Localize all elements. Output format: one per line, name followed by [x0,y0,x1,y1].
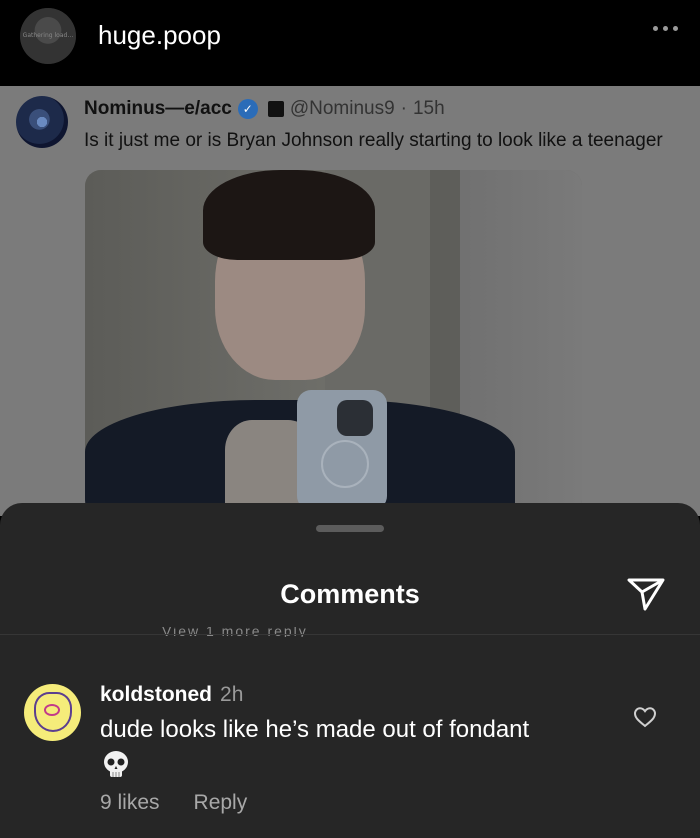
tweet-photo [85,170,582,516]
tweet-time: 15h [412,98,445,119]
more-horizontal-icon[interactable] [653,26,678,31]
heart-outline-icon[interactable] [633,706,657,728]
phone-in-photo [297,390,387,510]
tweet-handle: @Nominus9 [289,98,395,119]
avatar-loading-text: Gathering load… [22,32,74,39]
comment-username[interactable]: koldstoned [100,683,212,707]
sheet-drag-handle[interactable] [316,525,384,532]
tweet-card: Nominus—e/acc ✓ @Nominus9 · 15h Is it ju… [0,86,700,516]
tweet-header: Nominus—e/acc ✓ @Nominus9 · 15h [84,98,445,120]
view-more-replies-cutoff[interactable]: View 1 more reply [162,627,352,637]
comment-time: 2h [220,683,244,706]
comment-likes-count[interactable]: 9 likes [100,791,160,815]
top-bar: Gathering load… huge.poop [0,0,700,86]
comments-title: Comments [280,579,420,609]
comment-text: dude looks like he’s made out of fondant [100,716,530,743]
reply-button[interactable]: Reply [194,791,248,815]
tweet-author-name: Nominus—e/acc [84,98,232,119]
tweet-author-avatar [16,96,68,148]
header-divider [0,634,700,635]
paper-plane-icon[interactable] [626,575,666,613]
affiliate-badge-icon [267,101,284,117]
profile-username[interactable]: huge.poop [98,20,221,51]
comment-actions: 9 likes Reply [100,791,247,815]
comment-header: koldstoned 2h [100,683,243,707]
profile-avatar[interactable]: Gathering load… [20,8,76,64]
comment-avatar[interactable] [24,684,81,741]
skull-emoji-icon [104,751,128,777]
tweet-separator: · [400,98,407,119]
verified-badge-icon: ✓ [237,99,258,119]
comments-sheet: Comments View 1 more reply koldstoned 2h… [0,503,700,838]
tweet-text: Is it just me or is Bryan Johnson really… [84,130,663,151]
